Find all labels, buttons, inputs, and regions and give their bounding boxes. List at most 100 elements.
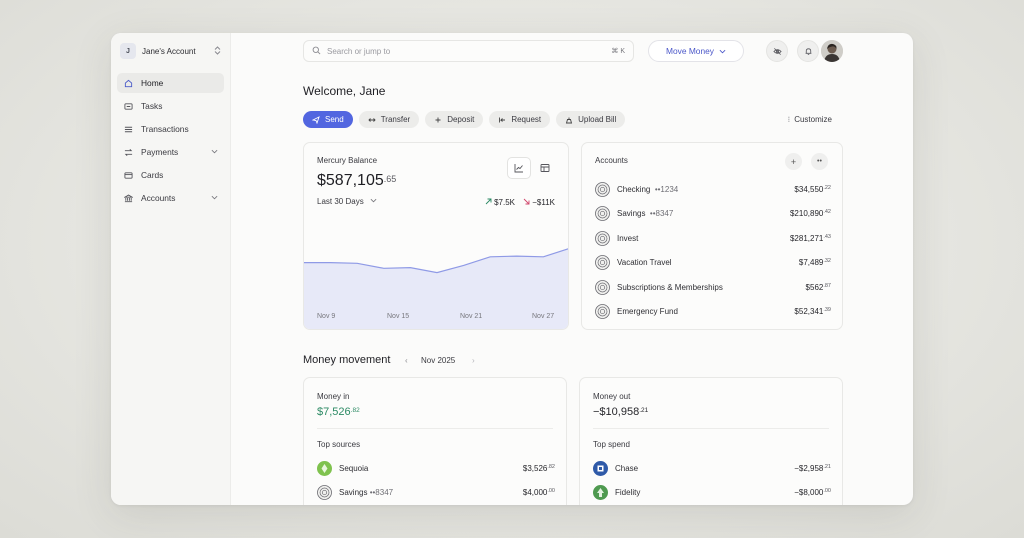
spend-amount-cents: .21 xyxy=(823,463,831,470)
plus-icon: + xyxy=(790,156,797,167)
list-item[interactable]: Sequoia $3,526.82 xyxy=(317,459,555,477)
account-switcher[interactable]: J Jane's Account xyxy=(117,41,224,61)
account-name: Subscriptions & Memberships xyxy=(617,283,806,292)
account-name-text: Invest xyxy=(617,233,639,243)
table-view-button[interactable] xyxy=(533,157,557,179)
account-row[interactable]: Subscriptions & Memberships $562.87 xyxy=(595,278,831,296)
sidebar-item-home[interactable]: Home xyxy=(117,73,224,93)
account-balance-cents: .43 xyxy=(823,233,831,240)
list-item[interactable]: Chase −$2,958.21 xyxy=(593,459,831,477)
request-button[interactable]: Request xyxy=(489,111,551,128)
hide-balance-button[interactable] xyxy=(766,40,788,62)
home-icon xyxy=(123,78,133,88)
x-tick-label: Nov 9 xyxy=(317,313,336,320)
chase-logo-icon xyxy=(593,460,608,476)
account-row[interactable]: Invest $281,271.43 xyxy=(595,229,831,247)
customize-button[interactable]: ⁝ Customize xyxy=(788,115,832,124)
move-money-button[interactable]: Move Money xyxy=(648,40,744,62)
sidebar-item-accounts[interactable]: Accounts xyxy=(117,188,224,208)
chevron-down-icon xyxy=(370,198,377,203)
customize-label: Customize xyxy=(794,115,832,124)
bell-icon xyxy=(805,47,811,55)
add-account-button[interactable]: + xyxy=(785,153,802,170)
transfer-label: Transfer xyxy=(380,115,411,124)
prev-month-button[interactable]: ‹ xyxy=(405,356,408,365)
accounts-card: Accounts + •• Checking ••1234 $34,550.22 S… xyxy=(581,142,843,330)
eye-off-icon xyxy=(772,47,782,55)
sidebar-item-label: Home xyxy=(141,78,164,88)
sidebar-item-tasks[interactable]: Tasks xyxy=(117,96,224,116)
next-month-button[interactable]: › xyxy=(472,356,475,365)
source-name: Sequoia xyxy=(339,463,369,473)
search-bar[interactable]: ⌘ K xyxy=(303,40,634,62)
current-month: Nov 2025 xyxy=(421,356,456,365)
account-balance-main: $7,489 xyxy=(798,258,824,267)
sidebar-item-payments[interactable]: Payments xyxy=(117,142,224,162)
x-tick-label: Nov 27 xyxy=(532,313,555,320)
spend-amount: −$2,958.21 xyxy=(794,464,831,473)
more-options-button[interactable]: •• xyxy=(811,153,828,170)
deposit-label: Deposit xyxy=(447,115,475,124)
account-name: Checking ••1234 xyxy=(617,185,794,194)
x-tick-label: Nov 15 xyxy=(387,313,410,320)
account-row[interactable]: Emergency Fund $52,341.39 xyxy=(595,303,831,321)
money-in-cents: .82 xyxy=(350,407,360,414)
send-button[interactable]: Send xyxy=(303,111,353,128)
chart-area xyxy=(304,248,568,329)
fingerprint-icon xyxy=(595,230,610,246)
sidebar: J Jane's Account Home Tasks Transactions… xyxy=(111,33,231,505)
arrow-up-right-icon xyxy=(485,198,492,205)
money-in-label: Money in xyxy=(317,392,350,401)
deposit-button[interactable]: Deposit xyxy=(425,111,484,128)
list-item[interactable]: Savings ••8347 $4,000.00 xyxy=(317,483,555,501)
chart-view-button[interactable] xyxy=(507,157,531,179)
avatar[interactable] xyxy=(821,40,843,62)
fingerprint-icon xyxy=(595,206,610,221)
more-icon: •• xyxy=(817,158,822,165)
transfer-button[interactable]: Transfer xyxy=(358,111,420,128)
list-item[interactable]: Fidelity −$8,000.00 xyxy=(593,483,831,501)
upload-bill-button[interactable]: Upload Bill xyxy=(556,111,626,128)
accounts-title: Accounts xyxy=(595,156,628,165)
divider xyxy=(593,428,829,429)
shortcut-hint: ⌘ K xyxy=(611,48,625,55)
sidebar-item-label: Cards xyxy=(141,170,164,180)
account-row[interactable]: Savings ••8347 $210,890.42 xyxy=(595,205,831,223)
search-icon xyxy=(312,42,321,60)
account-balance: $52,341.39 xyxy=(794,307,831,316)
account-balance: $281,271.43 xyxy=(790,234,831,243)
chevron-down-icon xyxy=(719,49,726,53)
source-name: Savings ••8347 xyxy=(339,488,523,497)
chevron-right-icon: › xyxy=(472,356,475,365)
search-input[interactable] xyxy=(327,46,606,56)
fingerprint-icon xyxy=(595,181,610,197)
spend-name: Fidelity xyxy=(615,487,641,497)
request-icon xyxy=(498,116,506,124)
chevron-down-icon[interactable] xyxy=(211,193,218,203)
user-photo-icon xyxy=(821,40,843,62)
notifications-button[interactable] xyxy=(797,40,819,62)
account-name-text: Savings xyxy=(617,209,646,218)
account-name: Savings ••8347 xyxy=(617,209,790,218)
money-out-delta: −$11K xyxy=(523,198,555,207)
customize-icon: ⁝ xyxy=(787,115,791,124)
account-row[interactable]: Checking ••1234 $34,550.22 xyxy=(595,180,831,198)
date-range-select[interactable]: Last 30 Days xyxy=(317,197,377,206)
sidebar-item-cards[interactable]: Cards xyxy=(117,165,224,185)
arrows-icon xyxy=(123,147,133,157)
money-in-delta: $7.5K xyxy=(485,198,515,207)
transfer-icon xyxy=(368,116,376,124)
money-in-delta-value: $7.5K xyxy=(494,198,515,207)
quick-actions: Send Transfer Deposit Request Upload Bil… xyxy=(303,111,626,128)
chevron-down-icon[interactable] xyxy=(211,147,218,157)
source-amount-cents: .00 xyxy=(547,487,555,494)
account-name-text: Emergency Fund xyxy=(617,307,678,316)
spend-amount-main: −$2,958 xyxy=(794,463,824,473)
money-in-main: $7,526 xyxy=(317,406,351,418)
sidebar-item-transactions[interactable]: Transactions xyxy=(117,119,224,139)
account-name: Vacation Travel xyxy=(617,258,799,267)
top-sources-label: Top sources xyxy=(317,440,361,449)
plus-icon xyxy=(434,116,442,124)
account-row[interactable]: Vacation Travel $7,489.32 xyxy=(595,254,831,272)
money-out-delta-value: −$11K xyxy=(532,198,555,207)
